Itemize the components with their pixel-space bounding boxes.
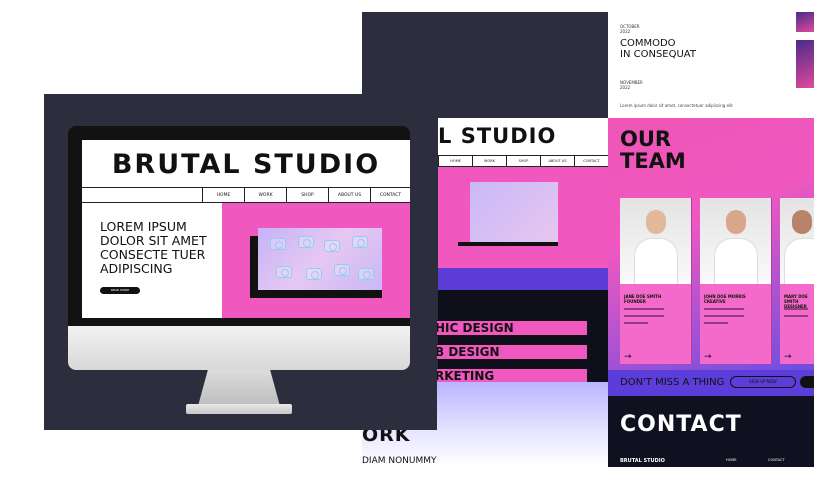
monitor-stand-foot [186,404,292,414]
event-title-1-line1: COMMODO [620,38,676,49]
contact-heading: CONTACT [620,412,742,437]
team-photo-1 [620,198,691,284]
camera-icon [358,268,374,280]
event-date-1-year: 2022 [620,29,631,34]
site-nav: HOME WORK SHOP ABOUT US CONTACT [82,187,410,203]
team-member-3: MARY DOE SMITH DESIGNER [784,294,814,309]
arrow-right-icon[interactable]: → [784,352,792,362]
team-member-2-role: CREATIVE [704,299,726,304]
event-title-1-line2: IN CONSEQUAT [620,49,696,60]
team-member-3-name: MARY DOE SMITH [784,294,808,304]
monitor-stand-neck [198,370,280,406]
camera-icon [324,240,340,252]
preview-nav-about[interactable]: ABOUT US [540,156,574,166]
team-card-3[interactable]: MARY DOE SMITH DESIGNER → [780,198,814,364]
camera-icon [306,268,322,280]
preview-logo: L STUDIO [438,124,557,148]
hero-title: LOREM IPSUM DOLOR SIT AMET CONSECTE TUER… [100,220,207,276]
footer-link-contact[interactable]: CONTACT [768,458,785,462]
hero-title-line4: ADIPISCING [100,261,173,276]
hero-title-line1: LOREM IPSUM [100,219,187,234]
team-bio-1 [624,308,664,329]
event-footnote: Lorem ipsum dolor sit amet, consectetuer… [620,103,733,108]
hero-read-more-button[interactable]: READ MORE [100,287,140,294]
team-card-2[interactable]: JOHN DOE MORRIS CREATIVE → [700,198,772,364]
newsletter-text: DON'T MISS A THING [620,377,725,388]
service-pill-graphic[interactable]: HIC DESIGN [430,320,588,336]
event-date-2-year: 2022 [620,85,631,90]
camera-icon [298,236,314,248]
preview-nav-work[interactable]: WORK [472,156,506,166]
footer-logo[interactable]: BRUTAL STUDIO [620,458,665,464]
camera-icon [270,238,286,250]
preview-hero-shadow [458,242,558,246]
arrow-right-icon[interactable]: → [624,352,632,362]
event-title-1[interactable]: COMMODO IN CONSEQUAT [620,38,696,60]
preview-nav-shop[interactable]: SHOP [506,156,540,166]
camera-icon [276,266,292,278]
preview-nav: HOME WORK SHOP ABOUT US CONTACT [438,155,608,167]
event-date-2: NOVEMBER 2022 [620,80,643,90]
signup-button[interactable]: SIGN UP NOW [730,376,796,388]
team-bio-3 [784,308,814,322]
team-title-line1: OUR [620,127,672,151]
team-bio-2 [704,308,744,329]
arrow-right-icon[interactable]: → [704,352,712,362]
team-member-1: JANE DOE SMITH FOUNDER [624,294,661,304]
hero-title-line3: CONSECTE TUER [100,247,206,262]
team-title: OUR TEAM [620,128,686,172]
monitor-chin [68,326,410,370]
event-date-1: OCTOBER 2022 [620,24,640,34]
preview-nav-contact[interactable]: CONTACT [574,156,608,166]
team-photo-2 [700,198,771,284]
hero-title-line2: DOLOR SIT AMET [100,233,207,248]
hero-cameras-image [258,228,382,290]
nav-shop[interactable]: SHOP [286,188,328,203]
team-member-2: JOHN DOE MORRIS CREATIVE [704,294,746,304]
team-member-1-role: FOUNDER [624,299,646,304]
service-pill-web[interactable]: B DESIGN [430,344,588,360]
nav-about-us[interactable]: ABOUT US [328,188,370,203]
nav-contact[interactable]: CONTACT [370,188,410,203]
monitor-screen: BRUTAL STUDIO HOME WORK SHOP ABOUT US CO… [82,140,410,318]
signup-submit-button[interactable] [800,376,814,388]
preview-hero-image [470,182,558,242]
preview-logos-band [438,268,608,290]
preview-nav-home[interactable]: HOME [438,156,472,166]
nav-work[interactable]: WORK [244,188,286,203]
nav-home[interactable]: HOME [202,188,244,203]
team-card-1[interactable]: JANE DOE SMITH FOUNDER → [620,198,692,364]
team-title-line2: TEAM [620,149,686,173]
preview-column-right: OCTOBER 2022 COMMODO IN CONSEQUAT NOVEMB… [608,12,814,467]
event-thumbnail-2 [796,40,814,88]
event-thumbnail-1 [796,12,814,32]
site-logo[interactable]: BRUTAL STUDIO [82,140,410,188]
mockup-stage: L STUDIO HOME WORK SHOP ABOUT US CONTACT… [0,0,826,480]
preview-work-item: DIAM NONUMMY [362,456,437,466]
camera-icon [334,264,350,276]
footer-link-home[interactable]: HOME [726,458,737,462]
camera-icon [352,236,368,248]
team-photo-3 [780,198,814,284]
